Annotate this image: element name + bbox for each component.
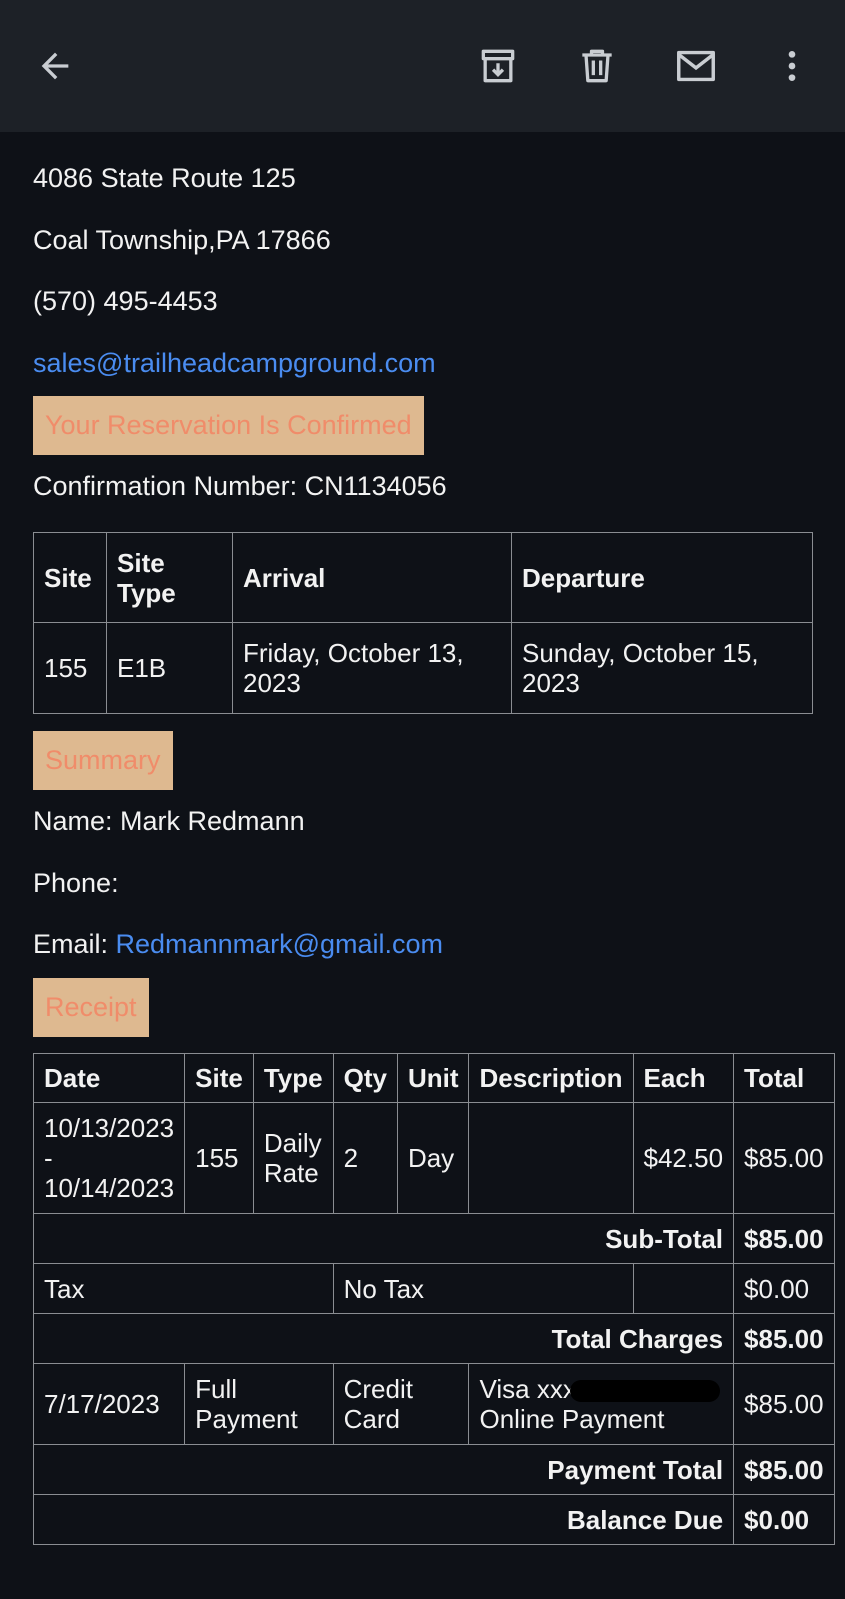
payment-method: Credit Card <box>332 1363 470 1445</box>
header-arrival: Arrival <box>232 532 512 623</box>
back-button[interactable] <box>27 38 83 94</box>
payment-description: Visa xxx Online Payment <box>468 1363 735 1445</box>
cell-arrival: Friday, October 13, 2023 <box>232 622 512 714</box>
receipt-banner: Receipt <box>33 978 149 1037</box>
header-site: Site <box>33 532 107 623</box>
balance-due-label: Balance Due <box>32 1494 735 1545</box>
receipt-header-site: Site <box>184 1053 254 1103</box>
summary-email-label: Email: <box>33 929 109 959</box>
tax-row: Tax No Tax $0.00 <box>33 1263 835 1314</box>
more-options-button[interactable] <box>764 38 820 94</box>
payment-row: 7/17/2023 Full Payment Credit Card Visa … <box>32 1363 835 1445</box>
address-phone[interactable]: (570) 495-4453 <box>33 285 218 317</box>
mark-unread-button[interactable] <box>668 38 724 94</box>
subtotal-row: Sub-Total $85.00 <box>32 1213 835 1264</box>
receipt-header-date: Date <box>32 1053 186 1103</box>
confirmed-banner: Your Reservation Is Confirmed <box>33 396 424 455</box>
receipt-header-unit: Unit <box>396 1053 470 1103</box>
item-total: $85.00 <box>733 1102 835 1214</box>
summary-phone: Phone: <box>33 868 119 898</box>
payment-online-label: Online Payment <box>479 1404 665 1434</box>
payment-type: Full Payment <box>184 1363 334 1445</box>
subtotal-label: Sub-Total <box>32 1213 735 1264</box>
summary-email-link[interactable]: Redmannmark@gmail.com <box>116 929 444 959</box>
more-vert-icon <box>788 51 796 81</box>
item-each: $42.50 <box>632 1102 735 1214</box>
summary-email: Email: Redmannmark@gmail.com <box>33 928 443 960</box>
address-city: Coal Township,PA 17866 <box>33 225 331 255</box>
cell-site-type: E1B <box>106 622 233 714</box>
tax-label: Tax <box>33 1263 334 1314</box>
receipt-header-each: Each <box>632 1053 735 1103</box>
payment-total-row: Payment Total $85.00 <box>32 1444 835 1495</box>
item-description <box>468 1102 634 1214</box>
cell-departure: Sunday, October 15, 2023 <box>511 622 813 714</box>
receipt-header-qty: Qty <box>332 1053 398 1103</box>
mail-icon <box>677 50 715 82</box>
receipt-header-total: Total <box>733 1053 835 1103</box>
tax-description: No Tax <box>332 1263 634 1314</box>
payment-amount: $85.00 <box>733 1363 835 1445</box>
arrow-left-icon <box>41 52 69 80</box>
tax-value: $0.00 <box>733 1263 835 1314</box>
receipt-header-row: Date Site Type Qty Unit Description Each… <box>32 1053 835 1103</box>
archive-button[interactable] <box>470 38 526 94</box>
reservation-row: 155 E1B Friday, October 13, 2023 Sunday,… <box>33 622 813 714</box>
payment-card-prefix: Visa xxx <box>479 1374 576 1404</box>
balance-due-value: $0.00 <box>733 1494 835 1545</box>
payment-total-value: $85.00 <box>733 1444 835 1495</box>
subtotal-value: $85.00 <box>733 1213 835 1264</box>
receipt-header-description: Description <box>468 1053 634 1103</box>
total-charges-value: $85.00 <box>733 1313 835 1364</box>
header-departure: Departure <box>511 532 813 623</box>
reservation-table: Site Site Type Arrival Departure 155 E1B… <box>33 532 813 714</box>
item-unit: Day <box>396 1102 470 1214</box>
reservation-header-row: Site Site Type Arrival Departure <box>33 532 813 623</box>
header-site-type: Site Type <box>106 532 233 623</box>
payment-total-label: Payment Total <box>32 1444 735 1495</box>
item-qty: 2 <box>332 1102 398 1214</box>
balance-due-row: Balance Due $0.00 <box>32 1494 835 1545</box>
receipt-table: Date Site Type Qty Unit Description Each… <box>32 1053 835 1545</box>
item-type: Daily Rate <box>252 1102 334 1214</box>
top-app-bar <box>0 0 845 132</box>
redaction-mark <box>569 1380 720 1403</box>
trash-icon <box>582 49 612 83</box>
receipt-item-row: 10/13/2023 - 10/14/2023 155 Daily Rate 2… <box>32 1102 835 1214</box>
total-charges-row: Total Charges $85.00 <box>32 1313 835 1364</box>
summary-banner: Summary <box>33 731 173 790</box>
item-date: 10/13/2023 - 10/14/2023 <box>32 1102 186 1214</box>
delete-button[interactable] <box>569 38 625 94</box>
confirmation-number: Confirmation Number: CN1134056 <box>33 471 447 501</box>
total-charges-label: Total Charges <box>32 1313 735 1364</box>
summary-name: Name: Mark Redmann <box>33 806 305 836</box>
archive-icon <box>481 49 515 83</box>
tax-empty-cell <box>632 1263 735 1314</box>
cell-site: 155 <box>33 622 107 714</box>
item-site: 155 <box>184 1102 254 1214</box>
address-street: 4086 State Route 125 <box>33 163 296 193</box>
receipt-header-type: Type <box>252 1053 334 1103</box>
payment-date: 7/17/2023 <box>32 1363 186 1445</box>
sales-email-link[interactable]: sales@trailheadcampground.com <box>33 347 436 379</box>
